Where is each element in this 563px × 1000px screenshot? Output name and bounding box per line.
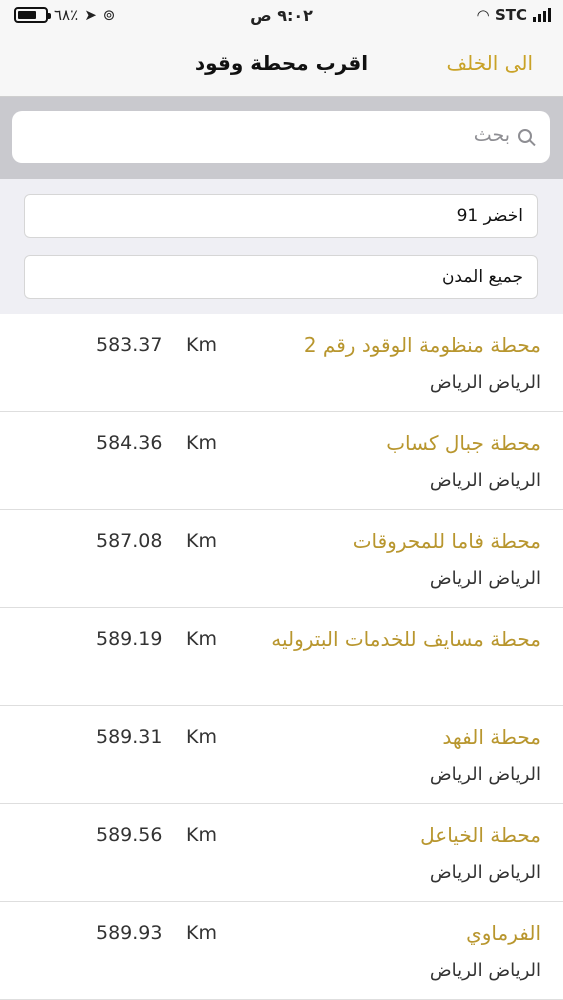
station-name: الفرماوي bbox=[466, 921, 541, 945]
distance-unit: Km bbox=[186, 726, 217, 748]
city-select[interactable]: جميع المدن bbox=[24, 255, 538, 299]
station-distance: 587.08 bbox=[96, 530, 163, 552]
station-city: الرياض الرياض bbox=[429, 862, 541, 883]
stations-list: محطة منظومة الوقود رقم 2 الرياض الرياض 5… bbox=[0, 314, 563, 1000]
station-row[interactable]: محطة الخياعل الرياض الرياض 589.56 Km bbox=[0, 804, 563, 902]
wifi-icon: ◠ bbox=[477, 6, 489, 24]
station-name: محطة فاما للمحروقات bbox=[352, 529, 541, 553]
station-name: محطة جبال كساب bbox=[386, 431, 541, 455]
station-row[interactable]: محطة مسايف للخدمات البتروليه 589.19 Km bbox=[0, 608, 563, 706]
navigation-bar: اقرب محطة وقود الى الخلف bbox=[0, 34, 563, 97]
station-row[interactable]: الفرماوي الرياض الرياض 589.93 Km bbox=[0, 902, 563, 1000]
station-name: محطة الخياعل bbox=[420, 823, 541, 847]
station-row[interactable]: محطة منظومة الوقود رقم 2 الرياض الرياض 5… bbox=[0, 314, 563, 412]
station-row[interactable]: محطة جبال كساب الرياض الرياض 584.36 Km bbox=[0, 412, 563, 510]
station-city: الرياض الرياض bbox=[429, 960, 541, 981]
fuel-type-select[interactable]: اخضر 91 bbox=[24, 194, 538, 238]
status-bar: ٦٨٪ ➤ ⊚ ٩:٠٢ ص ◠ STC bbox=[0, 0, 563, 34]
status-right: ◠ STC bbox=[477, 6, 551, 24]
station-name: محطة مسايف للخدمات البتروليه bbox=[271, 627, 541, 651]
distance-unit: Km bbox=[186, 334, 217, 356]
station-distance: 583.37 bbox=[96, 334, 163, 356]
station-distance: 589.31 bbox=[96, 726, 163, 748]
station-row[interactable]: محطة الفهد الرياض الرياض 589.31 Km bbox=[0, 706, 563, 804]
city-value: جميع المدن bbox=[441, 267, 523, 287]
carrier-name: STC bbox=[494, 6, 527, 24]
distance-unit: Km bbox=[186, 922, 217, 944]
distance-unit: Km bbox=[186, 628, 217, 650]
signal-icon bbox=[533, 8, 551, 22]
search-input[interactable]: بحث bbox=[12, 111, 550, 163]
station-city: الرياض الرياض bbox=[429, 372, 541, 393]
search-icon bbox=[518, 129, 532, 143]
fuel-type-value: اخضر 91 bbox=[456, 206, 523, 226]
station-name: محطة منظومة الوقود رقم 2 bbox=[303, 333, 541, 357]
distance-unit: Km bbox=[186, 530, 217, 552]
distance-unit: Km bbox=[186, 824, 217, 846]
station-city: الرياض الرياض bbox=[429, 470, 541, 491]
station-row[interactable]: محطة فاما للمحروقات الرياض الرياض 587.08… bbox=[0, 510, 563, 608]
station-city: الرياض الرياض bbox=[429, 764, 541, 785]
station-city: الرياض الرياض bbox=[429, 568, 541, 589]
station-distance: 589.56 bbox=[96, 824, 163, 846]
search-placeholder: بحث bbox=[473, 124, 510, 146]
station-distance: 584.36 bbox=[96, 432, 163, 454]
station-distance: 589.19 bbox=[96, 628, 163, 650]
search-area: بحث bbox=[0, 97, 563, 179]
filters-section: اخضر 91 جميع المدن bbox=[0, 179, 563, 314]
station-name: محطة الفهد bbox=[442, 725, 541, 749]
back-button[interactable]: الى الخلف bbox=[446, 51, 533, 75]
station-distance: 589.93 bbox=[96, 922, 163, 944]
distance-unit: Km bbox=[186, 432, 217, 454]
